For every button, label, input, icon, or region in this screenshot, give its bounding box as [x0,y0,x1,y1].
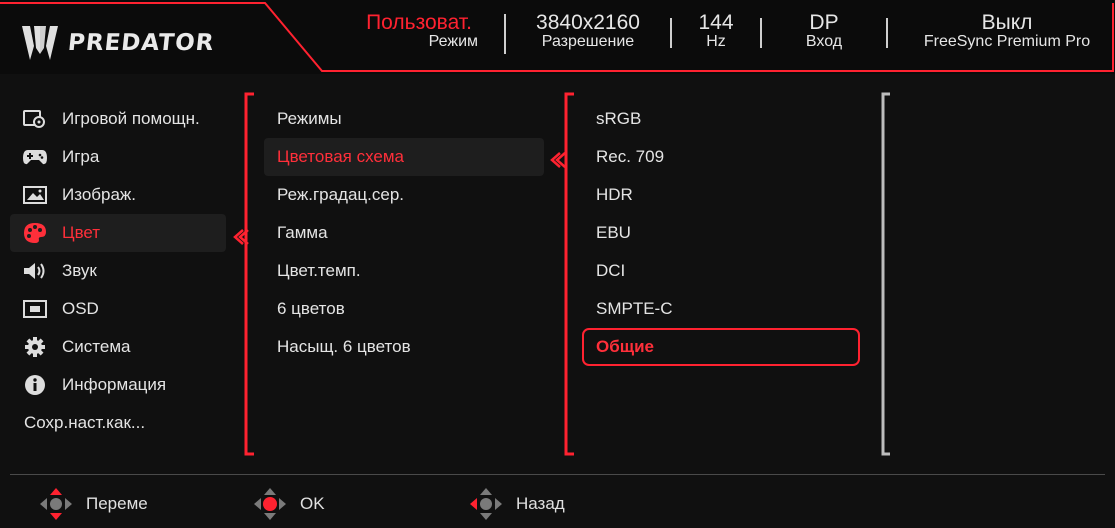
menu-label: OSD [62,299,99,318]
mode-value: Пользоват. [366,11,472,34]
header-separator [886,18,888,48]
hint-back: Назад [468,486,565,522]
menu-item-save-settings[interactable]: Сохр.наст.как... [10,404,226,442]
option-general[interactable]: Общие [582,328,860,366]
header-separator [760,18,762,48]
options-list: sRGB Rec. 709 HDR EBU DCI SMPTE-C Общие [582,100,864,366]
refresh-status: 144 Hz [686,12,746,50]
freesync-label: FreeSync Premium Pro [923,33,1091,50]
menu-label: Изображ. [62,185,137,204]
menu-item-info[interactable]: Информация [10,366,226,404]
input-status: DP Вход [790,12,858,50]
menu-item-system[interactable]: Система [10,328,226,366]
resolution-value: 3840x2160 [536,11,640,34]
freesync-status: Выкл FreeSync Premium Pro [904,12,1110,50]
header-separator [670,18,672,48]
option-dci[interactable]: DCI [584,252,864,290]
empty-panel-bracket [881,92,890,456]
option-srgb[interactable]: sRGB [584,100,864,138]
mode-status: Пользоват. Режим [352,12,486,50]
option-smpte-c[interactable]: SMPTE-C [584,290,864,328]
menu-label: Система [62,337,131,356]
mode-label: Режим [428,33,478,50]
hint-move: Переме [38,486,148,522]
options-bracket [550,92,574,456]
menu-label: Цвет [62,223,101,242]
menu-item-color[interactable]: Цвет [10,214,226,252]
footer-divider [10,474,1105,475]
menu-item-gaming-assist[interactable]: Игровой помощн. [10,100,226,138]
gear-icon [22,336,48,358]
hint-back-label: Назад [516,494,565,513]
header-separator [504,14,506,54]
sub-menu: Режимы Цветовая схема Реж.градац.сер. Га… [264,100,544,366]
joystick-press-icon [254,488,286,520]
footer-bar: Переме OK Назад [0,480,1115,528]
resolution-label: Разрешение [541,33,635,50]
main-menu: Игровой помощн. Игра Изображ. Цвет Звук … [10,100,226,442]
menu-label: Звук [62,261,97,280]
gaming-assist-icon [22,108,48,130]
menu-item-game[interactable]: Игра [10,138,226,176]
menu-label: Игра [62,147,100,166]
resolution-status: 3840x2160 Разрешение [518,12,658,50]
joystick-left-icon [470,488,502,520]
image-icon [22,184,48,206]
submenu-item-color-space[interactable]: Цветовая схема [264,138,544,176]
joystick-updown-icon [40,488,72,520]
hint-ok: OK [252,486,325,522]
menu-label: Информация [62,375,167,394]
option-rec709[interactable]: Rec. 709 [584,138,864,176]
osd-icon [22,298,48,320]
hint-ok-label: OK [300,494,325,513]
brand-logo: PREDATOR [20,24,216,62]
gamepad-icon [22,146,48,168]
info-icon [22,374,48,396]
header-bar: PREDATOR Пользоват. Режим 3840x2160 Разр… [0,0,1115,74]
submenu-item-6-colors-saturation[interactable]: Насыщ. 6 цветов [264,328,544,366]
refresh-label: Hz [706,33,726,50]
submenu-item-grayscale[interactable]: Реж.градац.сер. [264,176,544,214]
refresh-value: 144 [698,11,734,34]
submenu-item-color-temp[interactable]: Цвет.темп. [264,252,544,290]
submenu-item-modes[interactable]: Режимы [264,100,544,138]
hint-move-label: Переме [86,494,148,513]
option-ebu[interactable]: EBU [584,214,864,252]
submenu-bracket [233,92,254,456]
predator-logo-icon [22,26,58,60]
brand-name: PREDATOR [66,30,216,56]
menu-item-sound[interactable]: Звук [10,252,226,290]
menu-item-osd[interactable]: OSD [10,290,226,328]
option-hdr[interactable]: HDR [584,176,864,214]
palette-icon [22,222,48,244]
submenu-item-gamma[interactable]: Гамма [264,214,544,252]
freesync-value: Выкл [981,11,1033,34]
menu-label: Игровой помощн. [62,109,200,128]
input-label: Вход [805,33,843,50]
menu-item-image[interactable]: Изображ. [10,176,226,214]
input-value: DP [809,11,839,34]
submenu-item-6-colors[interactable]: 6 цветов [264,290,544,328]
menu-label: Сохр.наст.как... [24,413,146,432]
speaker-icon [22,260,48,282]
